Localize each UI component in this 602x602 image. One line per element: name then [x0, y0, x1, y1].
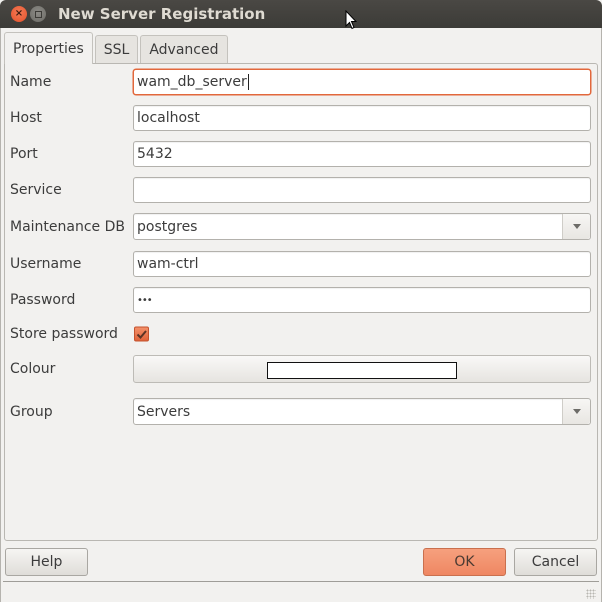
- tab-label: Properties: [13, 40, 84, 57]
- tab-ssl[interactable]: SSL: [94, 35, 139, 64]
- close-icon: ×: [14, 8, 24, 19]
- store-password-row: Store password: [0, 321, 602, 347]
- password-label: Password: [10, 292, 76, 308]
- group-combo[interactable]: Servers: [133, 398, 591, 425]
- ok-label: OK: [454, 554, 475, 570]
- service-label: Service: [10, 182, 62, 198]
- host-row: Host localhost: [0, 105, 602, 131]
- maintenance-db-combo[interactable]: postgres: [133, 213, 591, 240]
- chevron-down-icon: [572, 409, 581, 414]
- status-bar: [3, 581, 599, 601]
- colour-picker-button[interactable]: [133, 355, 591, 383]
- checkmark-icon: [136, 329, 147, 339]
- maintenance-db-label: Maintenance DB: [10, 218, 125, 235]
- resize-grip-icon[interactable]: [586, 589, 596, 599]
- title-bar[interactable]: × New Server Registration: [0, 0, 602, 30]
- port-input[interactable]: 5432: [133, 141, 591, 167]
- maintenance-db-value: postgres: [137, 218, 198, 235]
- tab-label: SSL: [103, 42, 130, 58]
- chevron-down-icon: [572, 224, 581, 229]
- password-value: •••: [137, 294, 153, 306]
- name-input[interactable]: wam_db_server: [133, 69, 591, 95]
- tab-properties[interactable]: Properties: [4, 32, 93, 64]
- help-button[interactable]: Help: [5, 548, 88, 576]
- username-label: Username: [10, 256, 82, 272]
- service-row: Service: [0, 177, 602, 203]
- name-row: Name wam_db_server: [0, 69, 602, 95]
- colour-swatch: [267, 362, 457, 379]
- cancel-button[interactable]: Cancel: [514, 548, 597, 576]
- tab-label: Advanced: [149, 42, 219, 58]
- group-label: Group: [10, 403, 53, 420]
- tab-bar: Properties SSL Advanced: [4, 32, 230, 64]
- cancel-label: Cancel: [531, 554, 580, 570]
- maintenance-db-row: Maintenance DB postgres: [0, 213, 602, 240]
- close-button[interactable]: ×: [11, 6, 27, 22]
- help-label: Help: [30, 554, 63, 570]
- tab-advanced[interactable]: Advanced: [140, 35, 228, 64]
- text-caret: [247, 74, 249, 90]
- password-input[interactable]: •••: [133, 287, 591, 313]
- colour-label: Colour: [10, 361, 56, 377]
- username-row: Username wam-ctrl: [0, 251, 602, 277]
- maximize-button[interactable]: [30, 6, 46, 22]
- window-title: New Server Registration: [58, 5, 266, 23]
- username-value: wam-ctrl: [137, 256, 199, 272]
- name-label: Name: [10, 74, 52, 90]
- store-password-label: Store password: [10, 326, 118, 342]
- port-label: Port: [10, 146, 38, 162]
- group-row: Group Servers: [0, 398, 602, 425]
- port-value: 5432: [137, 146, 173, 162]
- port-row: Port 5432: [0, 141, 602, 167]
- service-input[interactable]: [133, 177, 591, 203]
- maintenance-db-dropdown-button[interactable]: [562, 214, 590, 239]
- maximize-icon: [34, 10, 42, 18]
- host-value: localhost: [137, 110, 200, 126]
- password-row: Password •••: [0, 287, 602, 313]
- username-input[interactable]: wam-ctrl: [133, 251, 591, 277]
- mouse-cursor-icon: [345, 10, 357, 30]
- host-input[interactable]: localhost: [133, 105, 591, 131]
- name-value: wam_db_server: [137, 74, 247, 90]
- colour-row: Colour: [0, 355, 602, 383]
- store-password-checkbox[interactable]: [134, 326, 149, 342]
- group-value: Servers: [137, 403, 191, 420]
- group-dropdown-button[interactable]: [562, 399, 590, 424]
- host-label: Host: [10, 110, 42, 126]
- ok-button[interactable]: OK: [423, 548, 506, 576]
